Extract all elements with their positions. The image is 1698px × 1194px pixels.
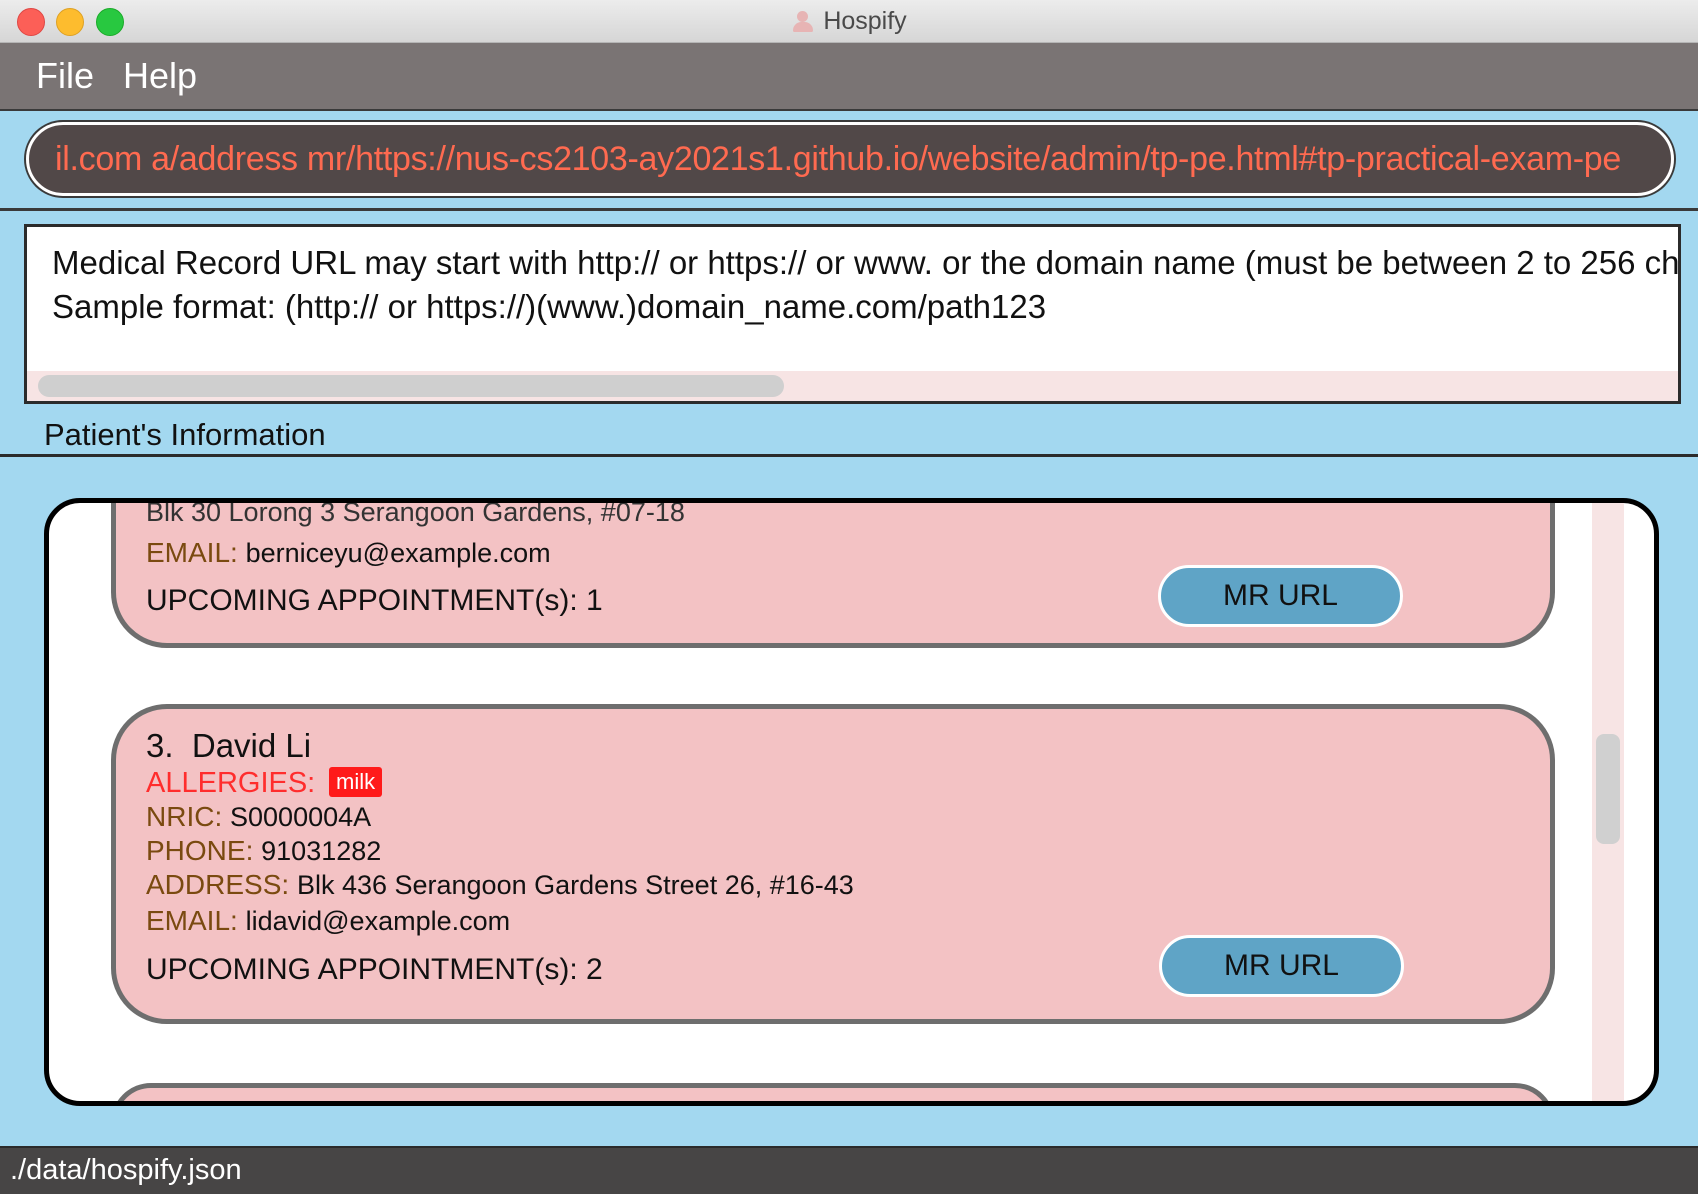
window-title: Hospify xyxy=(823,6,907,35)
patient-name-row: 3. David Li xyxy=(146,727,311,765)
app-person-icon xyxy=(791,9,815,33)
address-value-partial: Blk 30 Lorong 3 Serangoon Gardens, #07-1… xyxy=(146,498,685,527)
allergy-tag: milk xyxy=(329,767,383,797)
patient-list-scrollbar[interactable] xyxy=(1592,503,1624,1101)
allergies-label: ALLERGIES: xyxy=(146,767,316,799)
allergies-row: ALLERGIES: milk xyxy=(146,767,383,800)
phone-value: 91031282 xyxy=(261,836,382,866)
result-horizontal-scrollbar[interactable] xyxy=(27,371,1678,401)
command-box-area: il.com a/address mr/https://nus-cs2103-a… xyxy=(0,109,1698,211)
email-row: EMAIL: berniceyu@example.com xyxy=(146,537,551,569)
nric-value: S0000004A xyxy=(230,802,372,832)
address-value: Blk 436 Serangoon Gardens Street 26, #16… xyxy=(296,870,854,900)
mr-url-button[interactable]: MR URL xyxy=(1159,935,1404,997)
email-label: EMAIL: xyxy=(146,905,238,936)
appointments-count: UPCOMING APPOINTMENT(s): 1 xyxy=(146,584,603,617)
menu-help[interactable]: Help xyxy=(123,55,197,97)
result-display[interactable]: Medical Record URL may start with http:/… xyxy=(24,224,1681,404)
address-row: ADDRESS: Blk 436 Serangoon Gardens Stree… xyxy=(146,869,854,901)
window-titlebar: Hospify xyxy=(0,0,1698,43)
patient-list-scrollbar-thumb[interactable] xyxy=(1596,734,1620,844)
patient-name: David Li xyxy=(191,727,312,764)
menu-file[interactable]: File xyxy=(36,55,94,97)
appointments-count: UPCOMING APPOINTMENT(s): 2 xyxy=(146,953,603,986)
phone-label: PHONE: xyxy=(146,835,254,866)
patient-list[interactable]: Blk 30 Lorong 3 Serangoon Gardens, #07-1… xyxy=(44,498,1659,1106)
command-input[interactable]: il.com a/address mr/https://nus-cs2103-a… xyxy=(26,122,1674,196)
section-divider xyxy=(0,454,1698,457)
patient-card[interactable]: Blk 30 Lorong 3 Serangoon Gardens, #07-1… xyxy=(111,498,1555,648)
window-title-group: Hospify xyxy=(0,0,1698,42)
patient-card[interactable] xyxy=(111,1083,1555,1101)
result-line-1: Medical Record URL may start with http:/… xyxy=(52,244,1681,281)
nric-label: NRIC: xyxy=(146,801,223,832)
result-message: Medical Record URL may start with http:/… xyxy=(52,241,1681,329)
result-scrollbar-thumb[interactable] xyxy=(38,375,784,397)
data-file-path: ./data/hospify.json xyxy=(10,1154,242,1186)
patient-index: 3. xyxy=(146,727,174,764)
address-row-partial: Blk 30 Lorong 3 Serangoon Gardens, #07-1… xyxy=(146,498,685,528)
email-row: EMAIL: lidavid@example.com xyxy=(146,905,510,937)
nric-row: NRIC: S0000004A xyxy=(146,801,371,833)
email-value: berniceyu@example.com xyxy=(245,538,551,568)
patient-info-heading: Patient's Information xyxy=(44,417,326,452)
phone-row: PHONE: 91031282 xyxy=(146,835,381,867)
status-bar: ./data/hospify.json xyxy=(0,1146,1698,1194)
patient-card[interactable]: 3. David Li ALLERGIES: milk NRIC: S00000… xyxy=(111,704,1555,1024)
mr-url-button[interactable]: MR URL xyxy=(1158,565,1403,627)
address-label: ADDRESS: xyxy=(146,869,290,900)
email-label: EMAIL: xyxy=(146,537,238,568)
menu-bar: File Help xyxy=(0,43,1698,109)
email-value: lidavid@example.com xyxy=(245,906,511,936)
result-line-2: Sample format: (http:// or https://)(www… xyxy=(52,288,1047,325)
